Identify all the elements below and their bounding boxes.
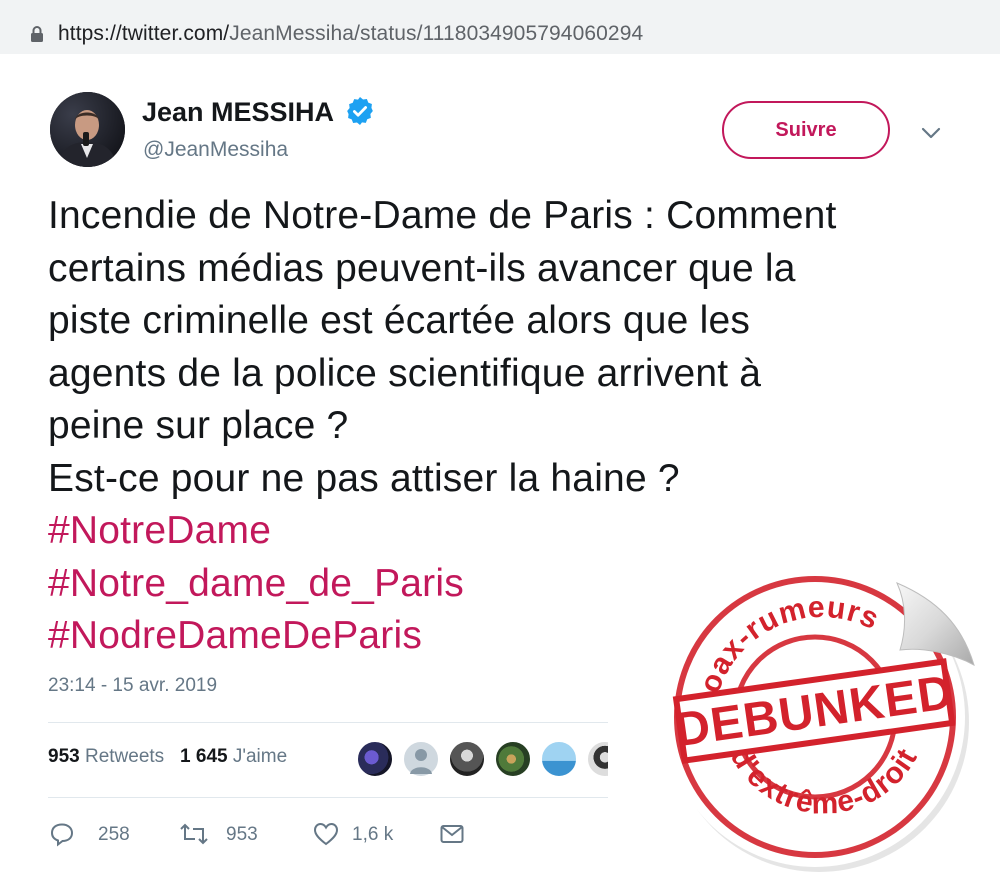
address-field[interactable]: https://twitter.com/JeanMessiha/status/1…: [8, 8, 992, 48]
avatar[interactable]: [50, 92, 125, 167]
liker-avatar[interactable]: [494, 740, 532, 778]
retweet-icon: [180, 823, 208, 845]
tweet-line: peine sur place ?: [48, 404, 349, 447]
author-name[interactable]: Jean MESSIHA: [142, 97, 334, 128]
divider: [48, 797, 608, 798]
liker-avatar[interactable]: [402, 740, 440, 778]
liker-avatar[interactable]: [540, 740, 578, 778]
liker-avatars: [356, 740, 608, 780]
chevron-down-icon[interactable]: [918, 120, 944, 146]
url-path: JeanMessiha/status/1118034905794060294: [229, 22, 644, 45]
reply-count: 258: [98, 824, 130, 845]
tweet-timestamp[interactable]: 23:14 - 15 avr. 2019: [48, 675, 217, 697]
retweet-count: 953: [226, 824, 258, 845]
url-host: https://twitter.com/: [58, 22, 230, 45]
debunked-stamp: Hoax-rumeurs d'extrême-droite DEBUNKED: [652, 555, 975, 872]
tweet-line: Est-ce pour ne pas attiser la haine ?: [48, 456, 680, 500]
like-icon: [313, 822, 339, 846]
likes-stat[interactable]: 1 645 J'aime: [180, 746, 287, 767]
retweets-label: Retweets: [84, 746, 165, 767]
liker-avatar[interactable]: [356, 740, 394, 778]
url-text: https://twitter.com/JeanMessiha/status/1…: [58, 22, 643, 46]
hashtag-link[interactable]: #NotreDame: [48, 505, 948, 558]
likes-label: J'aime: [232, 746, 288, 767]
browser-url-bar: https://twitter.com/JeanMessiha/status/1…: [0, 0, 1000, 54]
retweets-count: 953: [48, 746, 80, 767]
like-count: 1,6 k: [352, 824, 394, 845]
engagement-stats: 953 Retweets 1 645 J'aime: [48, 746, 287, 768]
message-icon: [440, 825, 464, 843]
tweet-line: agents de la police scientifique arriven…: [48, 351, 762, 395]
tweet-line: piste criminelle est écartée alors que l…: [48, 299, 751, 342]
follow-button[interactable]: Suivre: [722, 101, 890, 159]
avatar-photo: [50, 92, 125, 167]
liker-avatar[interactable]: [448, 740, 486, 778]
author-handle[interactable]: @JeanMessiha: [143, 138, 288, 162]
lock-icon: [31, 26, 43, 42]
retweets-stat[interactable]: 953 Retweets: [48, 746, 164, 767]
verified-badge-icon: [347, 97, 373, 125]
divider: [48, 722, 608, 723]
reply-icon: [50, 823, 74, 847]
tweet-line: Incendie de Notre-Dame de Paris : Commen…: [48, 194, 837, 237]
likes-count: 1 645: [180, 746, 228, 767]
tweet-action-bar: 258 953 1,6 k: [48, 818, 478, 852]
tweet-line: certains médias peuvent-ils avancer que …: [48, 246, 796, 290]
liker-avatar[interactable]: [586, 740, 608, 778]
